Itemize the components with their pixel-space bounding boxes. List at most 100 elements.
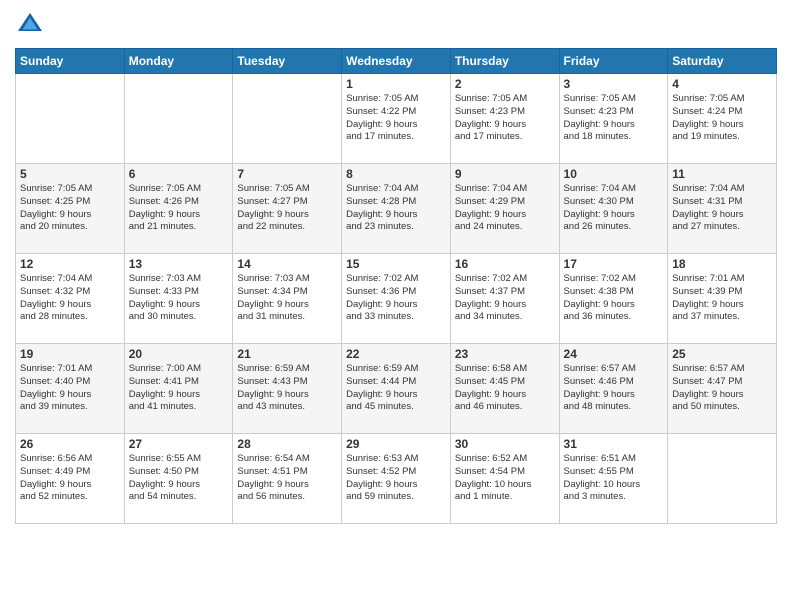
day-info-18: Sunrise: 7:01 AM Sunset: 4:39 PM Dayligh… [672, 273, 772, 324]
day-info-24: Sunrise: 6:57 AM Sunset: 4:46 PM Dayligh… [564, 363, 664, 414]
empty-cell [233, 74, 342, 164]
day-number-5: 5 [20, 167, 120, 181]
day-cell-23: 23Sunrise: 6:58 AM Sunset: 4:45 PM Dayli… [450, 344, 559, 434]
day-number-6: 6 [129, 167, 229, 181]
day-info-15: Sunrise: 7:02 AM Sunset: 4:36 PM Dayligh… [346, 273, 446, 324]
day-cell-17: 17Sunrise: 7:02 AM Sunset: 4:38 PM Dayli… [559, 254, 668, 344]
day-number-21: 21 [237, 347, 337, 361]
day-cell-11: 11 Sunrise: 7:04 AM Sunset: 4:31 PM Dayli… [668, 164, 777, 254]
week-row-3: 12 Sunrise: 7:04 AM Sunset: 4:32 PM Dayli… [16, 254, 777, 344]
day-cell-22: 22 Sunrise: 6:59 AM Sunset: 4:44 PM Dayli… [342, 344, 451, 434]
day-info-14: Sunrise: 7:03 AM Sunset: 4:34 PM Dayligh… [237, 273, 337, 324]
day-info-7: Sunrise: 7:05 AM Sunset: 4:27 PM Dayligh… [237, 183, 337, 234]
week-row-2: 5 Sunrise: 7:05 AM Sunset: 4:25 PM Daylig… [16, 164, 777, 254]
day-number-13: 13 [129, 257, 229, 271]
day-number-31: 31 [564, 437, 664, 451]
weekday-header-thursday: Thursday [450, 49, 559, 74]
day-number-15: 15 [346, 257, 446, 271]
day-info-20: Sunrise: 7:00 AM Sunset: 4:41 PM Dayligh… [129, 363, 229, 414]
day-cell-7: 7 Sunrise: 7:05 AM Sunset: 4:27 PM Daylig… [233, 164, 342, 254]
day-number-12: 12 [20, 257, 120, 271]
day-cell-26: 26Sunrise: 6:56 AM Sunset: 4:49 PM Dayli… [16, 434, 125, 524]
day-cell-24: 24 Sunrise: 6:57 AM Sunset: 4:46 PM Dayli… [559, 344, 668, 434]
day-cell-25: 25 Sunrise: 6:57 AM Sunset: 4:47 PM Dayli… [668, 344, 777, 434]
day-number-28: 28 [237, 437, 337, 451]
day-info-19: Sunrise: 7:01 AM Sunset: 4:40 PM Dayligh… [20, 363, 120, 414]
day-number-8: 8 [346, 167, 446, 181]
week-row-4: 19 Sunrise: 7:01 AM Sunset: 4:40 PM Dayli… [16, 344, 777, 434]
day-info-10: Sunrise: 7:04 AM Sunset: 4:30 PM Dayligh… [564, 183, 664, 234]
header [15, 10, 777, 40]
day-info-28: Sunrise: 6:54 AM Sunset: 4:51 PM Dayligh… [237, 453, 337, 504]
weekday-header-tuesday: Tuesday [233, 49, 342, 74]
day-info-8: Sunrise: 7:04 AM Sunset: 4:28 PM Dayligh… [346, 183, 446, 234]
page: SundayMondayTuesdayWednesdayThursdayFrid… [0, 0, 792, 612]
weekday-header-sunday: Sunday [16, 49, 125, 74]
day-info-2: Sunrise: 7:05 AM Sunset: 4:23 PM Dayligh… [455, 93, 555, 144]
day-info-29: Sunrise: 6:53 AM Sunset: 4:52 PM Dayligh… [346, 453, 446, 504]
day-number-2: 2 [455, 77, 555, 91]
day-info-11: Sunrise: 7:04 AM Sunset: 4:31 PM Dayligh… [672, 183, 772, 234]
day-number-18: 18 [672, 257, 772, 271]
day-info-22: Sunrise: 6:59 AM Sunset: 4:44 PM Dayligh… [346, 363, 446, 414]
day-cell-9: 9Sunrise: 7:04 AM Sunset: 4:29 PM Daylig… [450, 164, 559, 254]
day-number-25: 25 [672, 347, 772, 361]
empty-cell [124, 74, 233, 164]
day-number-23: 23 [455, 347, 555, 361]
day-cell-28: 28 Sunrise: 6:54 AM Sunset: 4:51 PM Dayli… [233, 434, 342, 524]
day-info-9: Sunrise: 7:04 AM Sunset: 4:29 PM Dayligh… [455, 183, 555, 234]
day-number-4: 4 [672, 77, 772, 91]
day-cell-6: 6 Sunrise: 7:05 AM Sunset: 4:26 PM Daylig… [124, 164, 233, 254]
day-info-5: Sunrise: 7:05 AM Sunset: 4:25 PM Dayligh… [20, 183, 120, 234]
day-number-19: 19 [20, 347, 120, 361]
day-cell-14: 14Sunrise: 7:03 AM Sunset: 4:34 PM Dayli… [233, 254, 342, 344]
day-number-10: 10 [564, 167, 664, 181]
week-row-1: 1 Sunrise: 7:05 AM Sunset: 4:22 PM Daylig… [16, 74, 777, 164]
day-number-24: 24 [564, 347, 664, 361]
day-cell-29: 29 Sunrise: 6:53 AM Sunset: 4:52 PM Dayli… [342, 434, 451, 524]
week-row-5: 26Sunrise: 6:56 AM Sunset: 4:49 PM Dayli… [16, 434, 777, 524]
day-info-27: Sunrise: 6:55 AM Sunset: 4:50 PM Dayligh… [129, 453, 229, 504]
day-number-30: 30 [455, 437, 555, 451]
calendar-table: SundayMondayTuesdayWednesdayThursdayFrid… [15, 48, 777, 524]
day-number-11: 11 [672, 167, 772, 181]
day-number-20: 20 [129, 347, 229, 361]
day-info-1: Sunrise: 7:05 AM Sunset: 4:22 PM Dayligh… [346, 93, 446, 144]
logo [15, 10, 47, 40]
day-number-1: 1 [346, 77, 446, 91]
day-cell-10: 10 Sunrise: 7:04 AM Sunset: 4:30 PM Dayli… [559, 164, 668, 254]
day-info-31: Sunrise: 6:51 AM Sunset: 4:55 PM Dayligh… [564, 453, 664, 504]
weekday-header-friday: Friday [559, 49, 668, 74]
weekday-header-saturday: Saturday [668, 49, 777, 74]
day-info-3: Sunrise: 7:05 AM Sunset: 4:23 PM Dayligh… [564, 93, 664, 144]
day-cell-4: 4 Sunrise: 7:05 AM Sunset: 4:24 PM Daylig… [668, 74, 777, 164]
day-cell-15: 15 Sunrise: 7:02 AM Sunset: 4:36 PM Dayli… [342, 254, 451, 344]
weekday-header-wednesday: Wednesday [342, 49, 451, 74]
day-cell-12: 12 Sunrise: 7:04 AM Sunset: 4:32 PM Dayli… [16, 254, 125, 344]
day-info-6: Sunrise: 7:05 AM Sunset: 4:26 PM Dayligh… [129, 183, 229, 234]
day-info-16: Sunrise: 7:02 AM Sunset: 4:37 PM Dayligh… [455, 273, 555, 324]
day-number-26: 26 [20, 437, 120, 451]
day-cell-5: 5 Sunrise: 7:05 AM Sunset: 4:25 PM Daylig… [16, 164, 125, 254]
day-cell-3: 3 Sunrise: 7:05 AM Sunset: 4:23 PM Daylig… [559, 74, 668, 164]
day-cell-27: 27 Sunrise: 6:55 AM Sunset: 4:50 PM Dayli… [124, 434, 233, 524]
day-cell-20: 20 Sunrise: 7:00 AM Sunset: 4:41 PM Dayli… [124, 344, 233, 434]
day-cell-30: 30 Sunrise: 6:52 AM Sunset: 4:54 PM Dayli… [450, 434, 559, 524]
day-number-29: 29 [346, 437, 446, 451]
day-cell-16: 16 Sunrise: 7:02 AM Sunset: 4:37 PM Dayli… [450, 254, 559, 344]
day-number-7: 7 [237, 167, 337, 181]
day-number-27: 27 [129, 437, 229, 451]
empty-cell [16, 74, 125, 164]
day-cell-1: 1 Sunrise: 7:05 AM Sunset: 4:22 PM Daylig… [342, 74, 451, 164]
day-info-25: Sunrise: 6:57 AM Sunset: 4:47 PM Dayligh… [672, 363, 772, 414]
day-info-30: Sunrise: 6:52 AM Sunset: 4:54 PM Dayligh… [455, 453, 555, 504]
day-number-16: 16 [455, 257, 555, 271]
day-info-21: Sunrise: 6:59 AM Sunset: 4:43 PM Dayligh… [237, 363, 337, 414]
day-cell-31: 31 Sunrise: 6:51 AM Sunset: 4:55 PM Dayli… [559, 434, 668, 524]
day-info-4: Sunrise: 7:05 AM Sunset: 4:24 PM Dayligh… [672, 93, 772, 144]
day-number-22: 22 [346, 347, 446, 361]
empty-cell [668, 434, 777, 524]
day-number-3: 3 [564, 77, 664, 91]
day-info-12: Sunrise: 7:04 AM Sunset: 4:32 PM Dayligh… [20, 273, 120, 324]
day-info-13: Sunrise: 7:03 AM Sunset: 4:33 PM Dayligh… [129, 273, 229, 324]
